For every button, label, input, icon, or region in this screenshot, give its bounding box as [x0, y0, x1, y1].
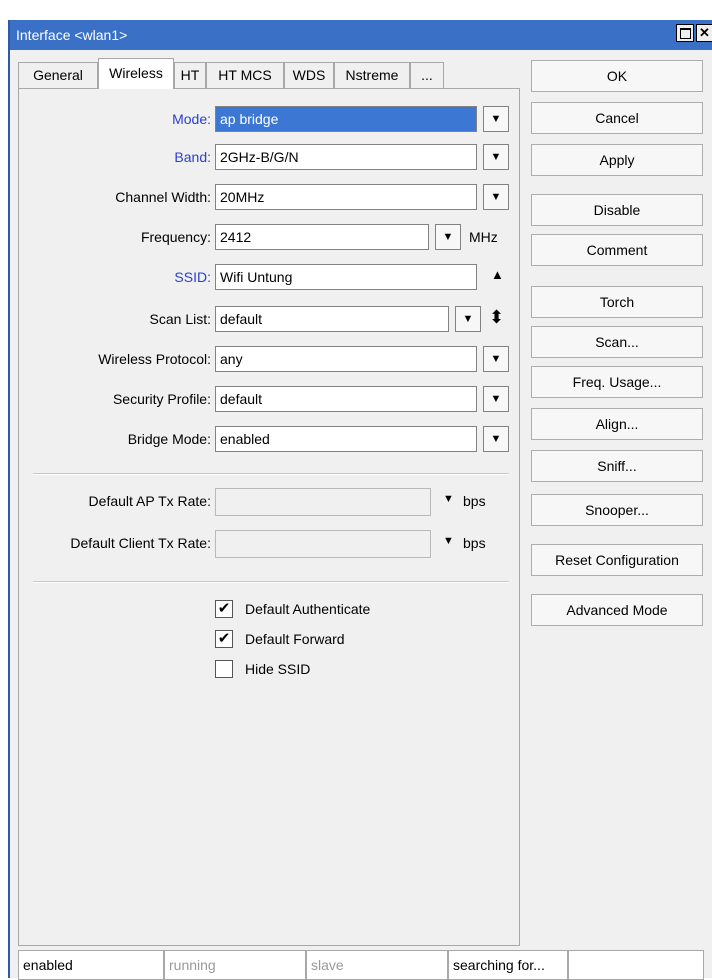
band-row: Band: 2GHz-B/G/N ▼: [19, 144, 519, 170]
default-client-tx-rate-row: Default Client Tx Rate: ▼ bps: [19, 530, 519, 558]
band-value: 2GHz-B/G/N: [220, 149, 299, 165]
tab-more[interactable]: ...: [410, 62, 444, 88]
tab-nstreme[interactable]: Nstreme: [334, 62, 410, 88]
frequency-row: Frequency: 2412 ▼ MHz: [19, 224, 519, 250]
ssid-row: SSID: Wifi Untung ▲: [19, 264, 519, 290]
status-slave: slave: [306, 950, 448, 980]
close-icon[interactable]: ✕: [696, 24, 712, 42]
tab-ht-mcs[interactable]: HT MCS: [206, 62, 284, 88]
default-forward-label: Default Forward: [245, 631, 345, 647]
security-profile-value: default: [220, 391, 263, 407]
window-title: Interface <wlan1>: [16, 27, 128, 43]
apply-button[interactable]: Apply: [531, 144, 703, 176]
status-empty: [568, 950, 704, 980]
security-profile-row: Security Profile: default ▼: [19, 386, 519, 412]
default-ap-tx-rate-row: Default AP Tx Rate: ▼ bps: [19, 488, 519, 516]
ssid-value: Wifi Untung: [220, 269, 293, 285]
snooper-button[interactable]: Snooper...: [531, 494, 703, 526]
ok-button[interactable]: OK: [531, 60, 703, 92]
security-profile-dropdown-icon[interactable]: ▼: [483, 386, 509, 412]
bridge-mode-dropdown-icon[interactable]: ▼: [483, 426, 509, 452]
mode-select[interactable]: ap bridge: [215, 106, 477, 132]
bridge-mode-label: Bridge Mode:: [127, 431, 211, 447]
default-client-tx-rate-label: Default Client Tx Rate:: [70, 535, 211, 551]
wireless-protocol-select[interactable]: any: [215, 346, 477, 372]
wireless-protocol-label: Wireless Protocol:: [98, 351, 211, 367]
bridge-mode-select[interactable]: enabled: [215, 426, 477, 452]
wireless-protocol-dropdown-icon[interactable]: ▼: [483, 346, 509, 372]
default-ap-tx-rate-input[interactable]: [215, 488, 431, 516]
scan-list-value: default: [220, 311, 263, 327]
tab-wireless[interactable]: Wireless: [98, 58, 174, 89]
scan-list-label: Scan List:: [149, 311, 211, 327]
status-searching: searching for...: [448, 950, 568, 980]
wireless-protocol-row: Wireless Protocol: any ▼: [19, 346, 519, 372]
default-ap-tx-rate-dropdown-icon[interactable]: ▼: [443, 493, 454, 505]
disable-button[interactable]: Disable: [531, 194, 703, 226]
tab-general[interactable]: General: [18, 62, 98, 88]
comment-button[interactable]: Comment: [531, 234, 703, 266]
default-ap-tx-rate-unit: bps: [463, 493, 486, 509]
status-bar: enabled running slave searching for...: [18, 950, 712, 980]
wireless-protocol-value: any: [220, 351, 243, 367]
scan-list-row: Scan List: default ▼ ⬍: [19, 306, 519, 332]
default-client-tx-rate-dropdown-icon[interactable]: ▼: [443, 535, 454, 547]
bridge-mode-value: enabled: [220, 431, 270, 447]
sniff-button[interactable]: Sniff...: [531, 450, 703, 482]
align-button[interactable]: Align...: [531, 408, 703, 440]
default-client-tx-rate-input[interactable]: [215, 530, 431, 558]
band-select[interactable]: 2GHz-B/G/N: [215, 144, 477, 170]
title-bar: Interface <wlan1> ✕: [10, 20, 712, 50]
frequency-unit: MHz: [469, 229, 498, 245]
maximize-icon[interactable]: [676, 24, 694, 42]
channel-width-row: Channel Width: 20MHz ▼: [19, 184, 519, 210]
divider: [33, 581, 509, 583]
mode-value: ap bridge: [220, 111, 279, 127]
bridge-mode-row: Bridge Mode: enabled ▼: [19, 426, 519, 452]
security-profile-label: Security Profile:: [112, 391, 211, 407]
interface-window: Interface <wlan1> ✕ General Wireless HT …: [8, 20, 712, 980]
default-client-tx-rate-unit: bps: [463, 535, 486, 551]
scan-list-dropdown-icon[interactable]: ▼: [455, 306, 481, 332]
status-enabled: enabled: [18, 950, 164, 980]
tab-ht[interactable]: HT: [174, 62, 206, 88]
ssid-label: SSID:: [174, 269, 211, 285]
default-ap-tx-rate-label: Default AP Tx Rate:: [88, 493, 211, 509]
frequency-dropdown-icon[interactable]: ▼: [435, 224, 461, 250]
frequency-value: 2412: [220, 229, 252, 245]
security-profile-select[interactable]: default: [215, 386, 477, 412]
freq-usage-button[interactable]: Freq. Usage...: [531, 366, 703, 398]
torch-button[interactable]: Torch: [531, 286, 703, 318]
default-authenticate-checkbox[interactable]: ✔: [215, 600, 233, 618]
channel-width-label: Channel Width:: [115, 189, 211, 205]
ssid-collapse-icon[interactable]: ▲: [491, 267, 504, 282]
channel-width-dropdown-icon[interactable]: ▼: [483, 184, 509, 210]
default-authenticate-label: Default Authenticate: [245, 601, 371, 617]
hide-ssid-label: Hide SSID: [245, 661, 311, 677]
advanced-mode-button[interactable]: Advanced Mode: [531, 594, 703, 626]
mode-label: Mode:: [172, 111, 211, 127]
status-running: running: [164, 950, 306, 980]
scan-button[interactable]: Scan...: [531, 326, 703, 358]
reset-configuration-button[interactable]: Reset Configuration: [531, 544, 703, 576]
default-forward-checkbox[interactable]: ✔: [215, 630, 233, 648]
mode-row: Mode: ap bridge ▼: [19, 106, 519, 132]
scan-list-select[interactable]: default: [215, 306, 449, 332]
scan-list-up-down-icon[interactable]: ⬍: [489, 307, 504, 328]
frequency-label: Frequency:: [140, 229, 211, 245]
band-label: Band:: [174, 149, 211, 165]
frequency-select[interactable]: 2412: [215, 224, 429, 250]
band-dropdown-icon[interactable]: ▼: [483, 144, 509, 170]
hide-ssid-checkbox[interactable]: [215, 660, 233, 678]
mode-dropdown-icon[interactable]: ▼: [483, 106, 509, 132]
tab-wds[interactable]: WDS: [284, 62, 334, 88]
wireless-settings-panel: Mode: ap bridge ▼ Band: 2GHz-B/G/N ▼ Cha…: [18, 88, 520, 946]
cancel-button[interactable]: Cancel: [531, 102, 703, 134]
divider: [33, 473, 509, 475]
ssid-input[interactable]: Wifi Untung: [215, 264, 477, 290]
channel-width-select[interactable]: 20MHz: [215, 184, 477, 210]
channel-width-value: 20MHz: [220, 189, 265, 205]
